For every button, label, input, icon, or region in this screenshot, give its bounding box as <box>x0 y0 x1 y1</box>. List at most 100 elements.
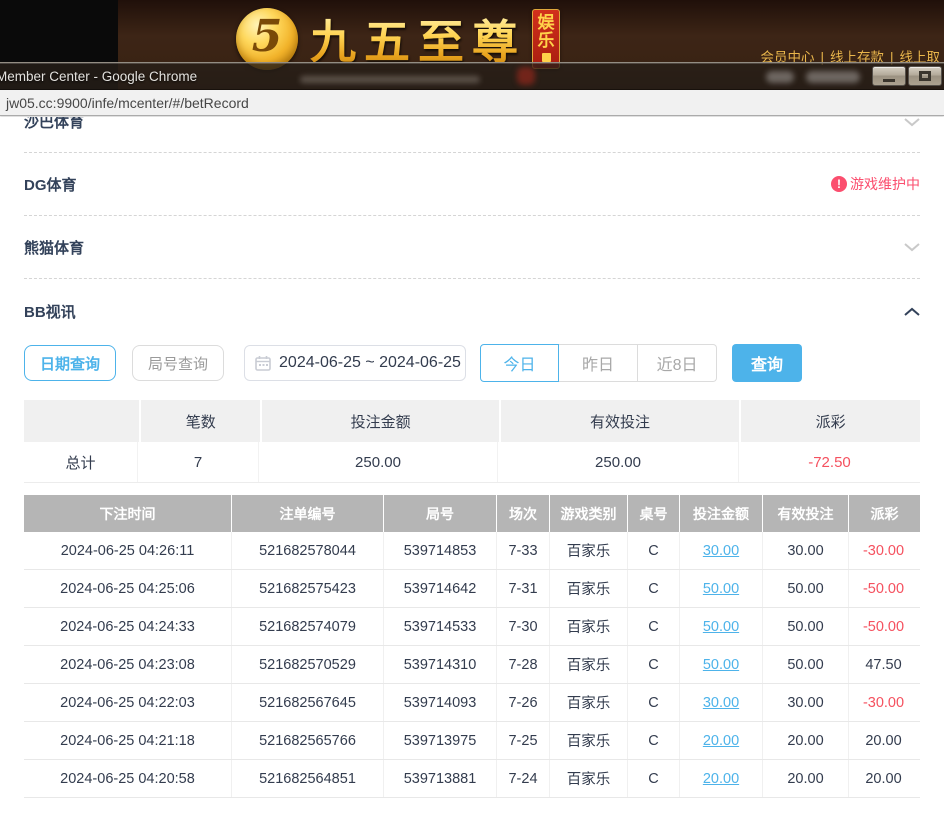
date-range-value: 2024-06-25 ~ 2024-06-25 <box>279 354 461 372</box>
bet-amount-link[interactable]: 50.00 <box>680 608 763 645</box>
date-range-input[interactable]: 2024-06-25 ~ 2024-06-25 <box>244 345 466 381</box>
search-button[interactable]: 查询 <box>732 344 802 382</box>
summary-header-cell <box>24 400 139 442</box>
quick-8days-button[interactable]: 近8日 <box>638 344 717 382</box>
valid-bet: 30.00 <box>763 532 849 569</box>
section-bb[interactable]: BB视讯 <box>24 279 920 344</box>
session: 7-24 <box>497 760 550 797</box>
round-no: 539714093 <box>384 684 497 721</box>
valid-bet: 20.00 <box>763 722 849 759</box>
order-no: 521682574079 <box>232 608 384 645</box>
payout: -30.00 <box>849 684 918 721</box>
table-no: C <box>628 722 680 759</box>
session: 7-31 <box>497 570 550 607</box>
bet-time: 2024-06-25 04:22:03 <box>24 684 232 721</box>
quick-range-group: 今日 昨日 近8日 <box>480 344 717 382</box>
session: 7-25 <box>497 722 550 759</box>
blurred-logo-flourish <box>300 76 480 83</box>
table-no: C <box>628 684 680 721</box>
url-text[interactable]: jw05.cc:9900/infe/mcenter/#/betRecord <box>6 95 249 111</box>
bet-time: 2024-06-25 04:24:33 <box>24 608 232 645</box>
order-no: 521682570529 <box>232 646 384 683</box>
game-type: 百家乐 <box>550 646 628 683</box>
valid-bet: 20.00 <box>763 760 849 797</box>
window-titlebar[interactable]: Member Center - Google Chrome <box>0 62 944 90</box>
session: 7-26 <box>497 684 550 721</box>
summary-header-cell: 投注金额 <box>262 400 498 442</box>
summary-header-cell: 有效投注 <box>501 400 739 442</box>
section-saba-label: 沙巴体育 <box>24 117 84 132</box>
bet-record-table: 下注时间 注单编号 局号 场次 游戏类别 桌号 投注金额 有效投注 派彩 202… <box>24 495 920 798</box>
maximize-button[interactable] <box>908 66 942 86</box>
session: 7-30 <box>497 608 550 645</box>
order-no: 521682578044 <box>232 532 384 569</box>
round-no: 539713975 <box>384 722 497 759</box>
bet-amount-link[interactable]: 50.00 <box>680 646 763 683</box>
valid-bet: 50.00 <box>763 570 849 607</box>
bet-amount-link[interactable]: 30.00 <box>680 684 763 721</box>
bet-amount-link[interactable]: 20.00 <box>680 760 763 797</box>
logo-badge-seal-icon <box>542 53 551 62</box>
page-content: 沙巴体育 DG体育 ! 游戏维护中 熊猫体育 BB视讯 日期查询 局号查询 <box>0 117 944 822</box>
game-type: 百家乐 <box>550 722 628 759</box>
table-row: 2024-06-25 04:25:06 521682575423 5397146… <box>24 570 920 608</box>
session: 7-33 <box>497 532 550 569</box>
round-no: 539714853 <box>384 532 497 569</box>
valid-bet: 30.00 <box>763 684 849 721</box>
bet-amount-link[interactable]: 50.00 <box>680 570 763 607</box>
chevron-down-icon[interactable] <box>904 242 920 252</box>
minimize-icon <box>883 79 895 82</box>
header-round-no: 局号 <box>384 495 496 532</box>
summary-header-cell: 笔数 <box>141 400 260 442</box>
section-saba-clip: 沙巴体育 <box>24 117 920 153</box>
table-no: C <box>628 646 680 683</box>
window-title: Member Center - Google Chrome <box>0 69 197 84</box>
chevron-down-icon[interactable] <box>904 117 920 127</box>
table-row: 2024-06-25 04:24:33 521682574079 5397145… <box>24 608 920 646</box>
order-no: 521682575423 <box>232 570 384 607</box>
table-row: 2024-06-25 04:26:11 521682578044 5397148… <box>24 532 920 570</box>
quick-today-button[interactable]: 今日 <box>480 344 559 382</box>
bet-amount-link[interactable]: 30.00 <box>680 532 763 569</box>
bet-time: 2024-06-25 04:26:11 <box>24 532 232 569</box>
minimize-button[interactable] <box>872 66 906 86</box>
logo-badge: 娱乐 <box>532 9 560 69</box>
game-type: 百家乐 <box>550 570 628 607</box>
address-bar[interactable]: jw05.cc:9900/infe/mcenter/#/betRecord <box>0 90 944 116</box>
summary-table: 笔数 投注金额 有效投注 派彩 总计 7 250.00 250.00 -72.5… <box>24 400 920 483</box>
screen: 5 九五至尊 娱乐 会员中心|线上存款|线上取 Member Center - … <box>0 0 944 822</box>
section-dg[interactable]: DG体育 ! 游戏维护中 <box>24 153 920 216</box>
payout: 20.00 <box>849 722 918 759</box>
bet-time: 2024-06-25 04:20:58 <box>24 760 232 797</box>
maintenance-text: 游戏维护中 <box>850 174 920 194</box>
summary-total-label: 总计 <box>24 442 138 482</box>
exclamation-icon: ! <box>831 176 847 192</box>
summary-bet-amount: 250.00 <box>259 442 498 482</box>
maximize-icon <box>919 71 931 81</box>
header-bet-time: 下注时间 <box>24 495 231 532</box>
section-panda-label: 熊猫体育 <box>24 237 84 258</box>
logo-symbol: 5 <box>252 15 283 59</box>
valid-bet: 50.00 <box>763 646 849 683</box>
session: 7-28 <box>497 646 550 683</box>
chevron-up-icon[interactable] <box>904 307 920 317</box>
round-query-tab[interactable]: 局号查询 <box>132 345 224 381</box>
game-type: 百家乐 <box>550 608 628 645</box>
bet-time: 2024-06-25 04:21:18 <box>24 722 232 759</box>
valid-bet: 50.00 <box>763 608 849 645</box>
section-panda[interactable]: 熊猫体育 <box>24 216 920 279</box>
payout: 20.00 <box>849 760 918 797</box>
blurred-badge-bottom <box>517 67 535 85</box>
order-no: 521682565766 <box>232 722 384 759</box>
bet-time: 2024-06-25 04:25:06 <box>24 570 232 607</box>
round-no: 539714642 <box>384 570 497 607</box>
blurred-user-info <box>806 71 860 83</box>
date-query-tab[interactable]: 日期查询 <box>24 345 116 381</box>
summary-total-row: 总计 7 250.00 250.00 -72.50 <box>24 442 920 483</box>
quick-yesterday-button[interactable]: 昨日 <box>559 344 638 382</box>
table-no: C <box>628 532 680 569</box>
bet-amount-link[interactable]: 20.00 <box>680 722 763 759</box>
section-saba[interactable]: 沙巴体育 <box>24 117 920 153</box>
section-dg-label: DG体育 <box>24 174 77 195</box>
blurred-user-info <box>766 71 794 83</box>
